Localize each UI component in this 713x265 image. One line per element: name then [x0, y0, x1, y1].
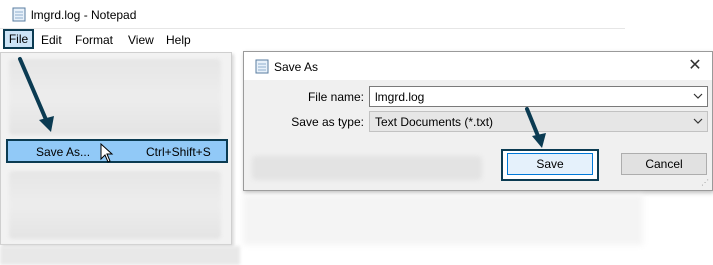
resize-grip-icon[interactable]: ⋰	[701, 178, 709, 187]
save-as-type-value: Text Documents (*.txt)	[375, 115, 494, 129]
mouse-cursor-icon	[100, 142, 114, 166]
blurred-menu-items	[9, 59, 221, 135]
blurred-region	[252, 156, 482, 180]
save-button[interactable]: Save	[507, 153, 593, 175]
save-as-type-label: Save as type:	[291, 115, 364, 129]
menu-item-save-as[interactable]: Save As... Ctrl+Shift+S	[6, 139, 228, 163]
menu-file[interactable]: File	[3, 29, 34, 49]
save-as-type-select[interactable]: Text Documents (*.txt)	[369, 111, 708, 132]
file-name-input[interactable]: lmgrd.log	[369, 86, 708, 107]
blurred-region	[243, 195, 643, 245]
notepad-icon	[254, 59, 270, 77]
blurred-region	[0, 246, 240, 265]
dialog-title: Save As	[274, 60, 319, 74]
file-name-label: File name:	[307, 90, 364, 104]
menu-view[interactable]: View	[128, 33, 154, 47]
dialog-title-bar: Save As ✕	[244, 52, 712, 80]
cancel-button[interactable]: Cancel	[621, 153, 707, 175]
window-title: lmgrd.log - Notepad	[31, 8, 137, 22]
menu-format[interactable]: Format	[75, 33, 113, 47]
menu-edit[interactable]: Edit	[41, 33, 62, 47]
save-as-dialog: Save As ✕ File name: lmgrd.log Save as t…	[243, 51, 713, 191]
chevron-down-icon[interactable]	[693, 114, 703, 131]
close-icon[interactable]: ✕	[686, 57, 704, 75]
notepad-icon	[11, 7, 27, 25]
save-as-shortcut: Ctrl+Shift+S	[146, 145, 211, 159]
chevron-down-icon[interactable]	[693, 89, 703, 106]
blurred-menu-items	[9, 171, 221, 239]
notepad-title-bar: lmgrd.log - Notepad	[0, 0, 625, 29]
file-name-value: lmgrd.log	[375, 90, 425, 104]
menu-help[interactable]: Help	[166, 33, 191, 47]
save-as-label: Save As...	[36, 145, 91, 159]
